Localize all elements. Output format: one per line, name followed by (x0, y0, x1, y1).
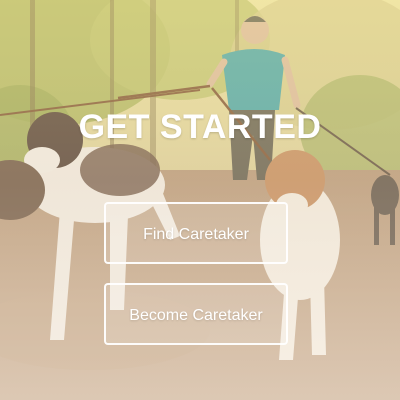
get-started-screen: GET STARTED Find Caretaker Become Careta… (0, 0, 400, 400)
find-caretaker-button[interactable]: Find Caretaker (104, 202, 288, 264)
page-title: GET STARTED (78, 108, 322, 146)
become-caretaker-button[interactable]: Become Caretaker (104, 283, 288, 345)
